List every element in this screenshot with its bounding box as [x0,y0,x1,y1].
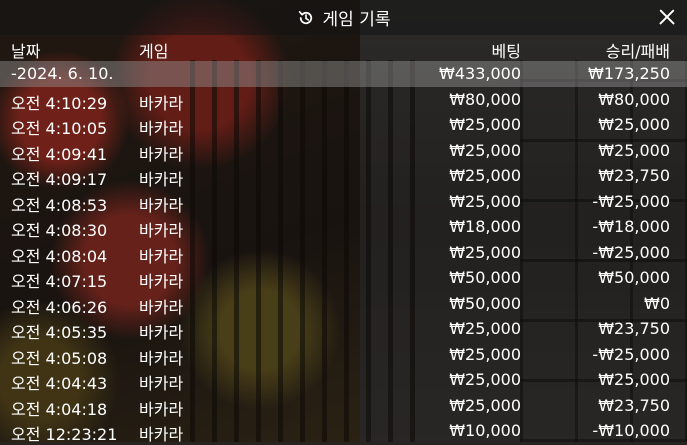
table-row[interactable]: 오전 4:10:05 바카라 ₩25,000 ₩25,000 [0,112,687,138]
row-time: 오전 4:04:18 [11,399,108,419]
row-bet: ₩25,000 [449,344,521,364]
row-winloss: ₩23,750 [598,395,670,415]
row-time: 오전 4:09:17 [11,170,108,189]
row-game: 바카라 [139,195,184,215]
row-winloss: -₩10,000 [592,421,670,440]
row-time: 오전 4:06:26 [11,297,108,317]
row-game: 바카라 [139,374,184,393]
row-time: 오전 4:10:29 [11,93,108,113]
row-bet: ₩50,000 [449,268,521,287]
table-row[interactable]: 오전 4:08:04 바카라 ₩25,000 -₩25,000 [0,240,687,266]
summary-bet: ₩433,000 [439,64,521,83]
row-winloss: ₩0 [644,293,670,313]
row-time: 오전 4:08:30 [11,221,108,240]
row-time: 오전 4:10:05 [11,119,108,138]
title-area: 게임 기록 [0,0,687,35]
column-header-bet: 베팅 [491,42,521,61]
row-bet: ₩25,000 [449,166,521,185]
row-game: 바카라 [139,348,184,368]
row-time: 오전 4:04:43 [11,374,108,393]
row-time: 오전 12:23:21 [11,425,118,444]
row-winloss: -₩18,000 [592,217,670,236]
table-row[interactable]: 오전 4:06:26 바카라 ₩50,000 ₩0 [0,291,687,317]
row-game: 바카라 [139,323,184,342]
row-game: 바카라 [139,246,184,266]
summary-date: -2024. 6. 10. [11,64,114,83]
row-winloss: ₩80,000 [598,89,670,109]
row-bet: ₩25,000 [449,191,521,211]
history-icon [298,10,312,24]
table-row[interactable]: 오전 4:08:30 바카라 ₩18,000 -₩18,000 [0,214,687,240]
row-bet: ₩25,000 [449,242,521,262]
table-row[interactable]: 오전 12:23:21 바카라 ₩10,000 -₩10,000 [0,418,687,444]
row-winloss: -₩25,000 [592,344,670,364]
row-bet: ₩10,000 [449,421,521,440]
row-bet: ₩25,000 [449,370,521,389]
row-winloss: ₩23,750 [598,166,670,185]
table-row[interactable]: 오전 4:09:41 바카라 ₩25,000 ₩25,000 [0,138,687,164]
row-game: 바카라 [139,119,184,138]
table-row[interactable]: 오전 4:05:08 바카라 ₩25,000 -₩25,000 [0,342,687,368]
table-body: 오전 4:10:29 바카라 ₩80,000 ₩80,000 오전 4:10:0… [0,87,687,445]
row-winloss: ₩25,000 [598,370,670,389]
page-title: 게임 기록 [322,10,391,30]
row-winloss: -₩25,000 [592,191,670,211]
table-row[interactable]: 오전 4:08:53 바카라 ₩25,000 -₩25,000 [0,189,687,215]
row-game: 바카라 [139,93,184,113]
row-time: 오전 4:05:35 [11,323,108,342]
column-header-date: 날짜 [11,42,41,61]
row-game: 바카라 [139,272,184,291]
row-time: 오전 4:08:53 [11,195,108,215]
table-row[interactable]: 오전 4:05:35 바카라 ₩25,000 ₩23,750 [0,316,687,342]
row-game: 바카라 [139,399,184,419]
row-bet: ₩25,000 [449,395,521,415]
table-header: 날짜 게임 베팅 승리/패배 [0,35,687,61]
row-game: 바카라 [139,170,184,189]
column-header-winloss: 승리/패배 [605,42,670,61]
row-bet: ₩25,000 [449,319,521,338]
row-game: 바카라 [139,297,184,317]
row-bet: ₩25,000 [449,115,521,134]
date-summary-row[interactable]: -2024. 6. 10. ₩433,000 ₩173,250 [0,61,687,87]
row-bet: ₩80,000 [449,89,521,109]
history-table: 날짜 게임 베팅 승리/패배 -2024. 6. 10. ₩433,000 ₩1… [0,35,687,444]
row-winloss: -₩25,000 [592,242,670,262]
table-row[interactable]: 오전 4:10:29 바카라 ₩80,000 ₩80,000 [0,87,687,113]
summary-winloss: ₩173,250 [588,64,670,83]
row-time: 오전 4:09:41 [11,144,108,164]
row-winloss: ₩23,750 [598,319,670,338]
table-row[interactable]: 오전 4:04:43 바카라 ₩25,000 ₩25,000 [0,367,687,393]
row-time: 오전 4:07:15 [11,272,108,291]
close-icon[interactable] [655,5,679,29]
row-winloss: ₩50,000 [598,268,670,287]
row-bet: ₩25,000 [449,140,521,160]
table-row[interactable]: 오전 4:09:17 바카라 ₩25,000 ₩23,750 [0,163,687,189]
column-header-game: 게임 [139,42,169,61]
row-game: 바카라 [139,144,184,164]
row-bet: ₩50,000 [449,293,521,313]
row-winloss: ₩25,000 [598,115,670,134]
row-time: 오전 4:05:08 [11,348,108,368]
table-row[interactable]: 오전 4:07:15 바카라 ₩50,000 ₩50,000 [0,265,687,291]
table-row[interactable]: 오전 4:04:18 바카라 ₩25,000 ₩23,750 [0,393,687,419]
row-bet: ₩18,000 [449,217,521,236]
row-winloss: ₩25,000 [598,140,670,160]
row-game: 바카라 [139,221,184,240]
row-game: 바카라 [139,425,184,444]
row-time: 오전 4:08:04 [11,246,108,266]
history-header: 게임 기록 [0,0,687,35]
